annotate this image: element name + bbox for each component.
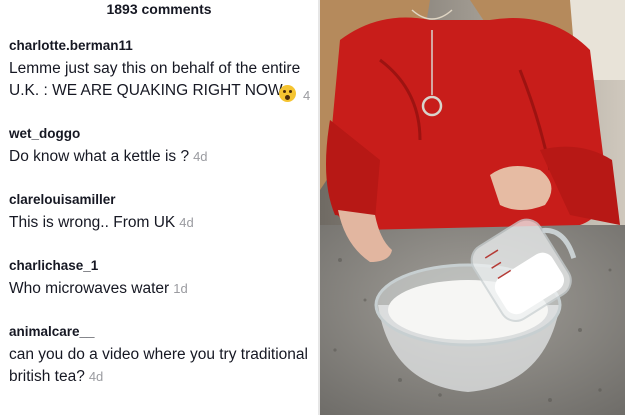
comment-time: 4d <box>179 215 194 230</box>
comment-username[interactable]: charlotte.berman11 <box>9 38 318 54</box>
comments-panel: 1893 comments charlotte.berman11 Lemme j… <box>0 0 318 415</box>
comment-time: 4 <box>303 88 311 103</box>
comment-body: Lemme just say this on behalf of the ent… <box>9 60 301 99</box>
video-still-image[interactable] <box>320 0 625 415</box>
comments-count-header: 1893 comments <box>106 1 212 17</box>
comment-time: 1d <box>173 281 188 296</box>
comment-username[interactable]: animalcare__ <box>9 324 318 340</box>
comment-time: 4d <box>88 369 104 384</box>
comment-username[interactable]: charlichase_1 <box>9 258 318 274</box>
comment-item[interactable]: charlichase_1 Who microwaves water 1d <box>9 258 318 300</box>
comment-text: Lemme just say this on behalf of the ent… <box>9 58 318 103</box>
comment-body: Who microwaves water <box>9 280 170 297</box>
comment-text: Do know what a kettle is ? 4d <box>9 146 318 168</box>
comment-username[interactable]: wet_doggo <box>9 126 318 142</box>
comment-username[interactable]: clarelouisamiller <box>9 192 318 208</box>
comment-item[interactable]: animalcare__ can you do a video where yo… <box>9 324 318 388</box>
comment-item[interactable]: wet_doggo Do know what a kettle is ? 4d <box>9 126 318 168</box>
comment-item[interactable]: charlotte.berman11 Lemme just say this o… <box>9 38 318 103</box>
comment-time: 4d <box>193 149 208 164</box>
comment-text: This is wrong.. From UK 4d <box>9 212 318 234</box>
comment-item[interactable]: clarelouisamiller This is wrong.. From U… <box>9 192 318 234</box>
astonished-face-icon <box>279 85 296 102</box>
comment-body: Do know what a kettle is ? <box>9 148 190 165</box>
comment-text: Who microwaves water 1d <box>9 278 318 300</box>
comment-text: can you do a video where you try traditi… <box>9 344 318 388</box>
photo-illustration <box>320 0 625 415</box>
comment-body: can you do a video where you try traditi… <box>9 346 308 385</box>
comment-body: This is wrong.. From UK <box>9 214 176 231</box>
